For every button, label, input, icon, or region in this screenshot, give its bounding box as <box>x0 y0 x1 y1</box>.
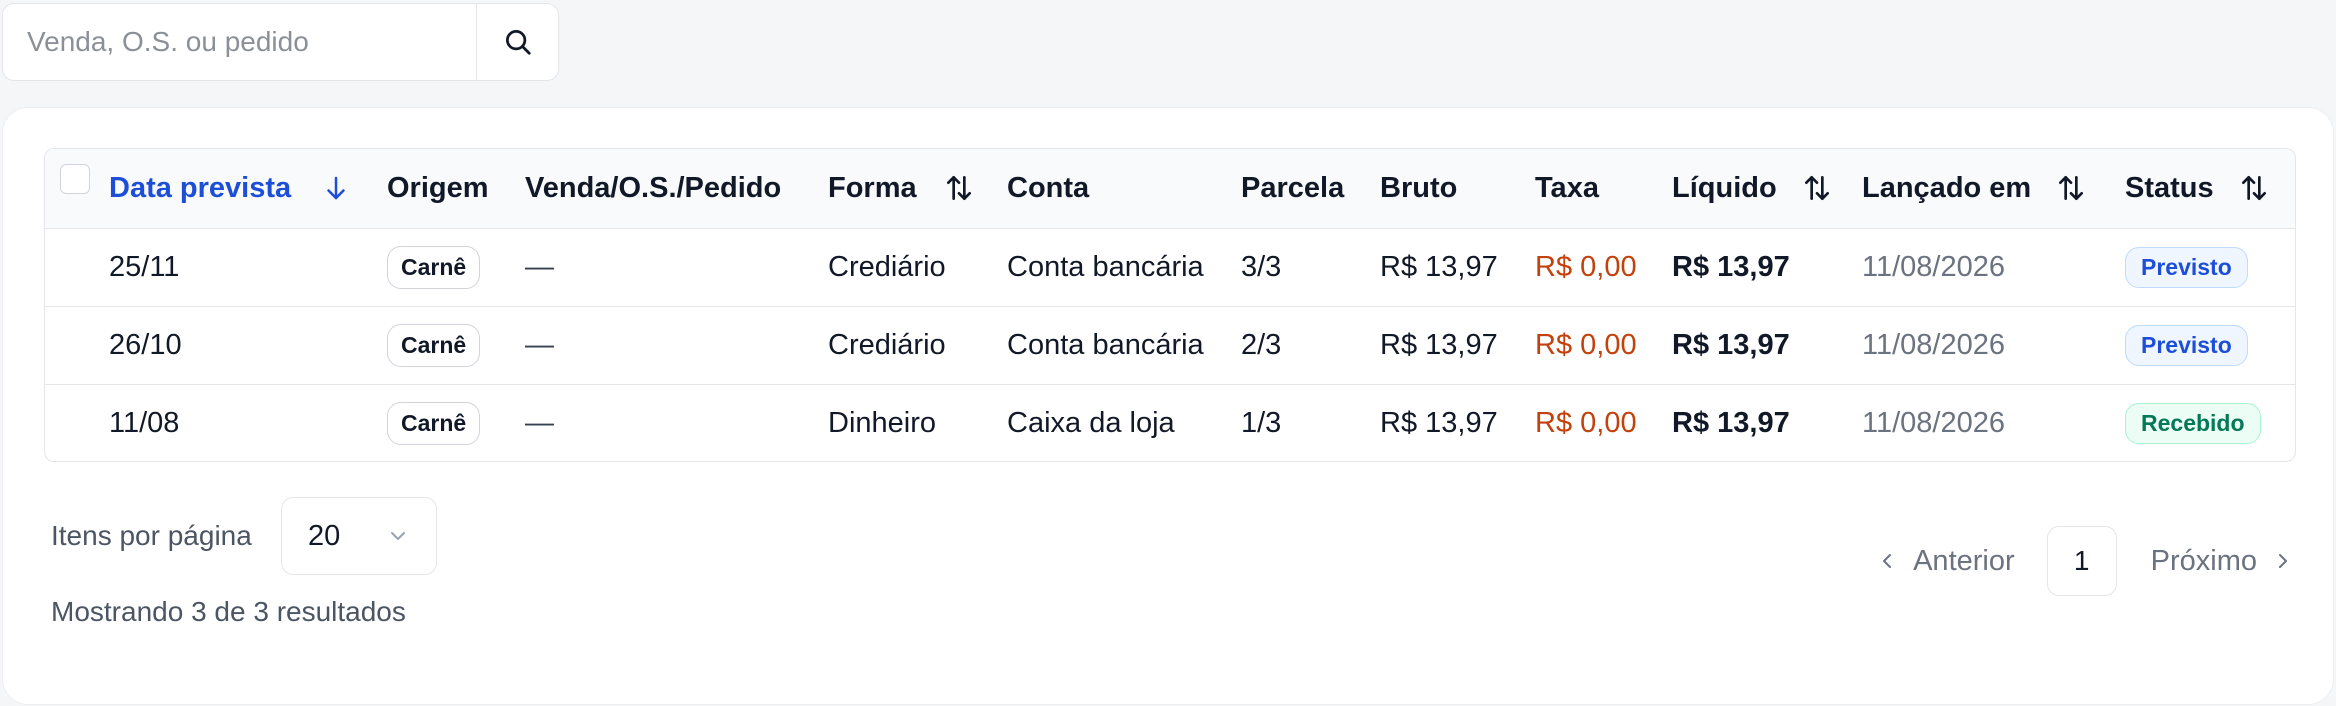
cell-origin: Carnê <box>387 306 525 384</box>
sort-arrows-icon <box>1804 176 1829 201</box>
search-input[interactable] <box>3 4 476 80</box>
header-net[interactable]: Líquido <box>1672 149 1862 228</box>
next-page-label: Próximo <box>2150 544 2257 577</box>
origin-badge: Carnê <box>387 323 481 367</box>
header-date-label: Data prevista <box>109 171 292 204</box>
header-fee-label: Taxa <box>1535 171 1599 204</box>
header-gross: Bruto <box>1380 149 1535 228</box>
status-badge: Previsto <box>2125 324 2248 366</box>
cell-posted: 11/08/2026 <box>1862 250 2005 283</box>
items-per-page-select[interactable]: 20 <box>281 497 437 575</box>
cell-date: 26/10 <box>109 328 182 361</box>
header-origin-label: Origem <box>387 171 489 204</box>
chevron-left-icon <box>1883 554 1892 568</box>
cell-ref: — <box>525 328 554 361</box>
status-badge: Previsto <box>2125 246 2248 288</box>
sort-arrows-icon <box>2241 176 2266 201</box>
cell-method: Crediário <box>828 250 946 283</box>
page-1-button[interactable]: 1 <box>2046 526 2117 596</box>
pagination: Anterior 1 Próximo <box>1875 526 2295 596</box>
table-row[interactable]: 26/10 Carnê — Crediário Conta bancária 2… <box>45 306 2295 384</box>
cell-status: Previsto <box>2125 228 2295 306</box>
items-per-page-label: Itens por página <box>51 520 252 551</box>
cell-gross: R$ 13,97 <box>1380 328 1498 361</box>
sort-arrows-icon <box>946 176 971 201</box>
row-select-cell <box>45 228 109 306</box>
cell-account: Conta bancária <box>1007 250 1204 283</box>
header-installment: Parcela <box>1241 149 1380 228</box>
arrow-down-icon <box>327 177 345 200</box>
header-status[interactable]: Status <box>2125 149 2295 228</box>
cell-date: 11/08 <box>109 406 180 439</box>
header-select-all <box>45 149 109 228</box>
cell-method: Dinheiro <box>828 406 936 439</box>
results-summary: Mostrando 3 de 3 resultados <box>51 596 406 627</box>
chevron-down-icon <box>391 532 405 540</box>
cell-method: Crediário <box>828 328 946 361</box>
search-icon <box>505 30 531 55</box>
cell-installment: 1/3 <box>1241 406 1282 439</box>
table-header-row: Data prevista Origem Venda/O.S./Pedido F… <box>45 149 2295 228</box>
cell-account: Caixa da loja <box>1007 406 1175 439</box>
table-row[interactable]: 11/08 Carnê — Dinheiro Caixa da loja 1/3… <box>45 384 2295 461</box>
cell-posted: 11/08/2026 <box>1862 406 2005 439</box>
cell-status: Previsto <box>2125 306 2295 384</box>
next-page-button[interactable]: Próximo <box>2151 545 2295 578</box>
cell-fee: R$ 0,00 <box>1535 328 1637 361</box>
header-net-label: Líquido <box>1672 171 1777 204</box>
table-row[interactable]: 25/11 Carnê — Crediário Conta bancária 3… <box>45 228 2295 306</box>
cell-date: 25/11 <box>109 250 180 283</box>
cell-gross: R$ 13,97 <box>1380 250 1498 283</box>
cell-net: R$ 13,97 <box>1672 406 1790 439</box>
receivables-table: Data prevista Origem Venda/O.S./Pedido F… <box>45 149 2295 461</box>
header-gross-label: Bruto <box>1380 171 1458 204</box>
header-account-label: Conta <box>1007 171 1090 204</box>
cell-ref: — <box>525 406 554 439</box>
cell-status: Recebido <box>2125 384 2295 461</box>
cell-posted: 11/08/2026 <box>1862 328 2005 361</box>
origin-badge: Carnê <box>387 401 481 445</box>
cell-fee: R$ 0,00 <box>1535 250 1637 283</box>
cell-origin: Carnê <box>387 228 525 306</box>
header-ref: Venda/O.S./Pedido <box>525 149 828 228</box>
cell-ref: — <box>525 250 554 283</box>
row-select-cell <box>45 306 109 384</box>
chevron-right-icon <box>2279 554 2287 568</box>
header-fee: Taxa <box>1535 149 1672 228</box>
header-installment-label: Parcela <box>1241 171 1345 204</box>
previous-page-label: Anterior <box>1913 544 2015 577</box>
status-badge: Recebido <box>2125 402 2261 444</box>
cell-installment: 3/3 <box>1241 250 1282 283</box>
header-origin: Origem <box>387 149 525 228</box>
search-box <box>2 3 559 81</box>
cell-net: R$ 13,97 <box>1672 328 1790 361</box>
table-container: Data prevista Origem Venda/O.S./Pedido F… <box>44 148 2296 462</box>
cell-net: R$ 13,97 <box>1672 250 1790 283</box>
header-method[interactable]: Forma <box>828 149 1007 228</box>
header-posted-label: Lançado em <box>1862 171 2032 204</box>
select-all-checkbox[interactable] <box>60 164 90 195</box>
cell-account: Conta bancária <box>1007 328 1204 361</box>
header-date[interactable]: Data prevista <box>109 149 387 228</box>
results-card: Data prevista Origem Venda/O.S./Pedido F… <box>2 107 2334 705</box>
previous-page-button[interactable]: Anterior <box>1875 545 2015 578</box>
row-select-cell <box>45 384 109 461</box>
cell-gross: R$ 13,97 <box>1380 406 1498 439</box>
items-per-page-value: 20 <box>308 519 341 552</box>
origin-badge: Carnê <box>387 245 481 289</box>
cell-origin: Carnê <box>387 384 525 461</box>
header-account: Conta <box>1007 149 1241 228</box>
header-method-label: Forma <box>828 171 917 204</box>
cell-fee: R$ 0,00 <box>1535 406 1637 439</box>
search-button[interactable] <box>476 4 558 80</box>
header-ref-label: Venda/O.S./Pedido <box>525 171 782 204</box>
cell-installment: 2/3 <box>1241 328 1282 361</box>
header-status-label: Status <box>2125 171 2214 204</box>
sort-arrows-icon <box>2059 176 2084 201</box>
header-posted[interactable]: Lançado em <box>1862 149 2125 228</box>
